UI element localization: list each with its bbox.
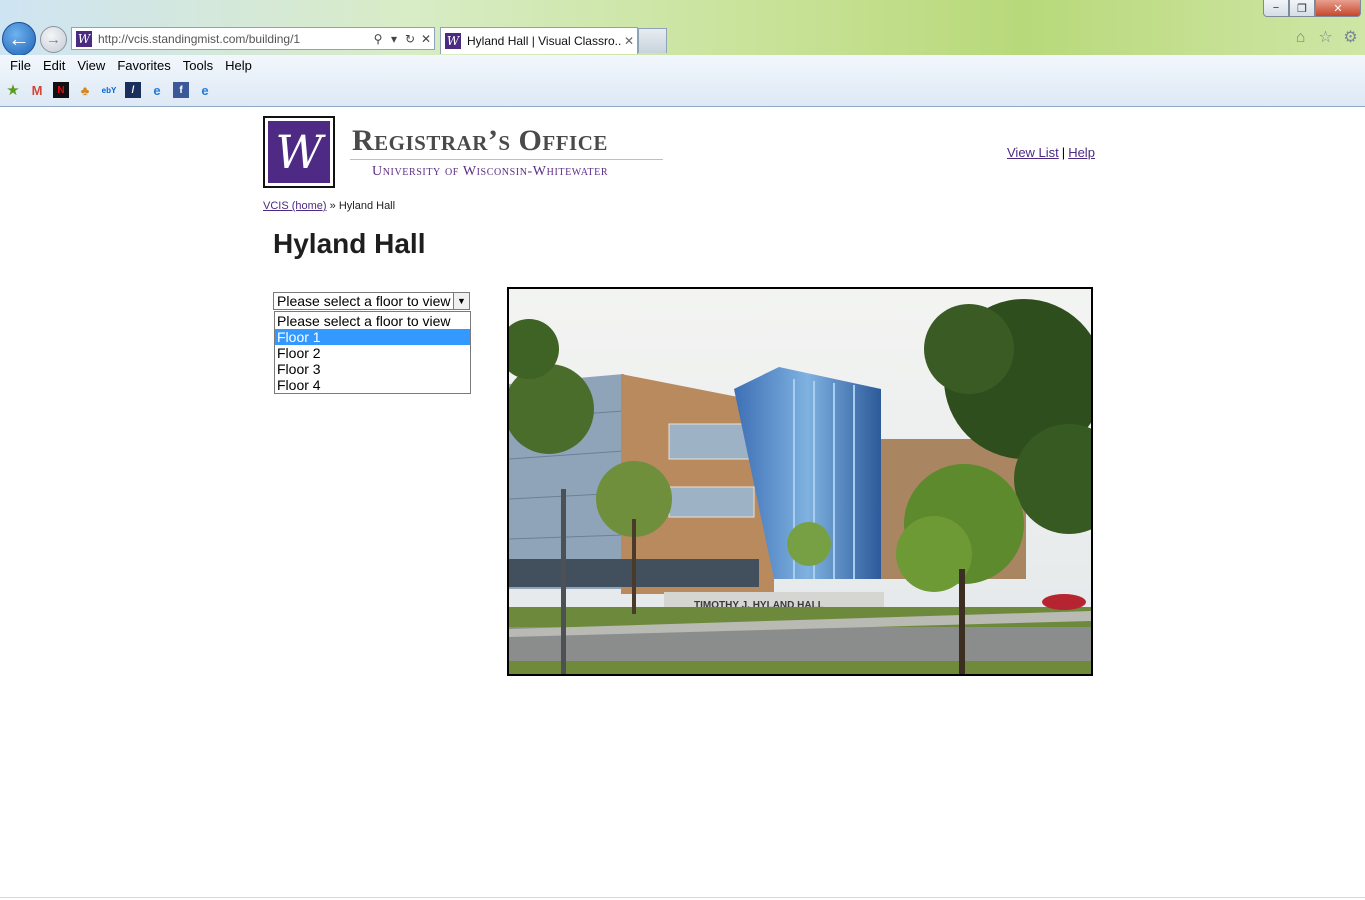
header-divider	[350, 159, 663, 160]
facebook-icon[interactable]: f	[173, 82, 189, 98]
status-divider	[0, 897, 1365, 898]
window-controls: − ❐ ✕	[1263, 0, 1361, 19]
home-icon[interactable]: ⌂	[1292, 29, 1309, 46]
link-separator: |	[1061, 145, 1066, 160]
browser-right-tools: ⌂ ☆ ⚙	[1292, 29, 1359, 46]
gmail-icon[interactable]: M	[29, 82, 45, 98]
office-title: Registrar’s Office	[352, 124, 608, 157]
menu-area: File Edit View Favorites Tools Help ★ M …	[0, 55, 1365, 107]
browser-title-bar: − ❐ ✕ ← → W http://vcis.standingmist.com…	[0, 0, 1365, 56]
refresh-icon[interactable]: ↻	[402, 32, 418, 46]
menu-tools[interactable]: Tools	[177, 58, 219, 73]
close-window-button[interactable]: ✕	[1315, 0, 1361, 17]
menu-bar: File Edit View Favorites Tools Help	[4, 58, 258, 73]
address-bar[interactable]: W http://vcis.standingmist.com/building/…	[71, 27, 435, 50]
ebay-icon[interactable]: ebY	[101, 82, 117, 98]
floor-select-value: Please select a floor to view	[277, 293, 451, 309]
building-photo: TIMOTHY J. HYLAND HALL	[507, 287, 1093, 676]
ie-page-icon-2[interactable]: e	[197, 82, 213, 98]
stop-icon[interactable]: ✕	[418, 32, 434, 46]
add-favorite-star-icon[interactable]: ★	[5, 82, 21, 99]
arrow-right-icon: →	[46, 31, 61, 48]
back-button[interactable]: ←	[2, 22, 36, 56]
tab-close-icon[interactable]: ✕	[621, 34, 637, 48]
menu-file[interactable]: File	[4, 58, 37, 73]
logo-mark: W	[268, 121, 330, 183]
ie-page-icon[interactable]: e	[149, 82, 165, 98]
bookmark-icon[interactable]: /	[125, 82, 141, 98]
office-subtitle: University of Wisconsin-Whitewater	[372, 164, 609, 179]
tab-active[interactable]: W Hyland Hall | Visual Classro... ✕	[440, 27, 638, 54]
minimize-button[interactable]: −	[1263, 0, 1289, 17]
floor-dropdown-list: Please select a floor to view Floor 1 Fl…	[274, 311, 471, 394]
building-photo-illustration: TIMOTHY J. HYLAND HALL	[509, 289, 1091, 674]
floor-option[interactable]: Please select a floor to view	[275, 313, 470, 329]
page-title: Hyland Hall	[273, 228, 426, 259]
url-text[interactable]: http://vcis.standingmist.com/building/1	[98, 32, 370, 46]
breadcrumb-separator: »	[329, 200, 336, 212]
search-icon[interactable]: ⚲	[370, 32, 386, 46]
floor-option[interactable]: Floor 2	[275, 345, 470, 361]
chevron-down-icon[interactable]: ▼	[453, 293, 469, 309]
breadcrumb-home-link[interactable]: VCIS (home)	[263, 200, 327, 212]
netflix-icon[interactable]: N	[53, 82, 69, 98]
header-links: View List | Help	[1007, 145, 1095, 160]
maximize-button[interactable]: ❐	[1289, 0, 1315, 17]
help-link[interactable]: Help	[1068, 145, 1095, 160]
arrow-left-icon: ←	[8, 26, 30, 51]
uww-logo[interactable]: W	[263, 116, 335, 188]
floor-option[interactable]: Floor 4	[275, 377, 470, 393]
site-favicon-icon: W	[76, 30, 92, 47]
breadcrumb-current: Hyland Hall	[338, 200, 396, 212]
view-list-link[interactable]: View List	[1007, 145, 1059, 160]
gear-icon[interactable]: ⚙	[1342, 29, 1359, 46]
new-tab-button[interactable]	[638, 28, 667, 53]
breadcrumb: VCIS (home) » Hyland Hall	[263, 200, 395, 212]
floor-option[interactable]: Floor 3	[275, 361, 470, 377]
floor-option-highlighted[interactable]: Floor 1	[275, 329, 470, 345]
forward-button[interactable]: →	[40, 26, 67, 53]
dropdown-arrow-icon[interactable]: ▾	[386, 32, 402, 46]
tab-title: Hyland Hall | Visual Classro...	[467, 34, 621, 48]
menu-favorites[interactable]: Favorites	[111, 58, 176, 73]
menu-help[interactable]: Help	[219, 58, 258, 73]
menu-edit[interactable]: Edit	[37, 58, 71, 73]
favorites-bar: ★ M N ♣ ebY / e f e	[5, 82, 213, 99]
floor-select[interactable]: Please select a floor to view ▼	[273, 292, 470, 310]
menu-view[interactable]: View	[71, 58, 111, 73]
favorites-star-icon[interactable]: ☆	[1317, 29, 1334, 46]
people-icon[interactable]: ♣	[77, 82, 93, 98]
tab-favicon-icon: W	[445, 33, 461, 49]
